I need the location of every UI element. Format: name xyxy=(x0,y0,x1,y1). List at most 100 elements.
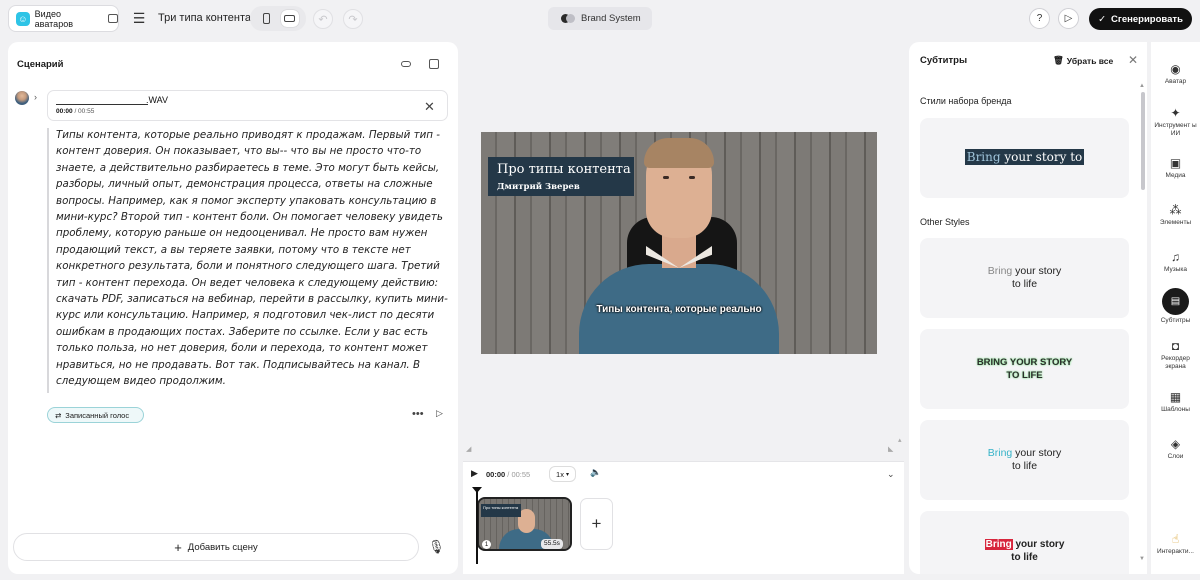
portrait-ratio-button[interactable] xyxy=(258,10,276,27)
toolbar-item-ai-tools[interactable]: ✦ Инструмент ы ИИ xyxy=(1151,106,1200,138)
section-label: Стили набора бренда xyxy=(920,96,1012,106)
close-icon[interactable]: ✕ xyxy=(1128,53,1138,67)
landscape-ratio-button[interactable] xyxy=(280,10,299,27)
toolbar-item-avatar[interactable]: ◉ Аватар xyxy=(1151,62,1200,86)
script-panel: Сценарий › .WAV 00:00 / 00:55 ✕ Типы кон… xyxy=(8,42,458,574)
toolbar-item-subtitles[interactable]: ▤ Субтитры xyxy=(1151,288,1200,325)
ai-tools-icon: ✦ xyxy=(1170,106,1181,120)
link-icon[interactable] xyxy=(399,57,413,71)
landscape-icon xyxy=(284,15,295,22)
scrollbar[interactable] xyxy=(1141,92,1145,190)
script-divider xyxy=(47,128,49,393)
recorded-voice-chip[interactable]: ⇄ Записанный голос xyxy=(47,407,144,423)
panel-title: Сценарий xyxy=(17,59,64,70)
templates-icon: ▦ xyxy=(1169,390,1182,404)
scroll-down-icon[interactable]: ▼ xyxy=(1139,556,1145,562)
title-main: Про типы контента xyxy=(497,162,631,177)
project-title[interactable]: Три типа контента xyxy=(158,12,251,24)
generate-label: Сгенерировать xyxy=(1111,13,1183,25)
interactive-icon: ☝ xyxy=(1171,532,1180,546)
menu-icon[interactable]: ☰ xyxy=(131,10,147,26)
avatar-eye xyxy=(689,176,695,179)
help-button[interactable]: ? xyxy=(1029,8,1050,29)
brand-label: Brand System xyxy=(581,13,641,24)
app-logo-icon: ☺ xyxy=(16,11,30,26)
subtitle-style-card[interactable]: Bring your story to life xyxy=(920,420,1129,500)
trash-icon: 🗑 xyxy=(1053,55,1064,65)
audio-name-blank xyxy=(56,104,148,105)
aspect-ratio-toggle xyxy=(250,6,306,31)
scroll-up-icon[interactable]: ▲ xyxy=(1139,83,1145,89)
avatar-eye xyxy=(663,176,669,179)
subtitle-style-card[interactable]: Bring your story to life xyxy=(920,511,1129,574)
toolbar-item-interactive[interactable]: ☝ Интеракти... xyxy=(1151,532,1200,556)
preview-play-button[interactable]: ▷ xyxy=(1058,8,1079,29)
audio-file-card[interactable]: .WAV 00:00 / 00:55 ✕ xyxy=(47,90,448,121)
chevron-down-icon[interactable]: ⌄ xyxy=(887,469,895,480)
toolbar-item-templates[interactable]: ▦ Шаблоны xyxy=(1151,390,1200,414)
brand-system-button[interactable]: Brand System xyxy=(548,7,652,30)
add-scene-label: Добавить сцену xyxy=(187,541,258,553)
canvas-corner-handle[interactable]: ◣ xyxy=(888,445,893,453)
elements-icon: ⁂ xyxy=(1169,203,1182,217)
subtitles-icon: ▤ xyxy=(1162,288,1189,315)
add-scene-timeline-button[interactable]: + xyxy=(580,498,613,550)
brand-icon xyxy=(561,14,575,23)
toolbar-item-elements[interactable]: ⁂ Элементы xyxy=(1151,203,1200,227)
remove-all-button[interactable]: 🗑 Убрать все xyxy=(1053,55,1113,66)
subtitle-style-card[interactable]: Bring your story to xyxy=(920,118,1129,198)
toolbar-item-layers[interactable]: ◈ Слои xyxy=(1151,437,1200,461)
check-icon: ✓ xyxy=(1098,13,1107,25)
chevron-down-icon: ▾ xyxy=(565,471,569,478)
playhead-handle[interactable] xyxy=(472,487,482,493)
timeline: ▶ 00:00 / 00:55 1x ▾ 🔈 ⌄ Про типы контент… xyxy=(463,461,904,574)
image-icon[interactable] xyxy=(427,57,441,71)
app-name: Видео аватаров xyxy=(34,8,73,29)
play-icon[interactable]: ▶ xyxy=(471,468,478,479)
app-switcher[interactable]: ☺ Видео аватаров xyxy=(8,5,119,32)
generate-button[interactable]: ✓ Сгенерировать xyxy=(1089,8,1192,30)
speed-select[interactable]: 1x ▾ xyxy=(549,466,576,482)
scene-thumbnail[interactable]: Про типы контента 1 55.5s xyxy=(477,497,572,551)
toolbar-item-media[interactable]: ▣ Медиа xyxy=(1151,156,1200,180)
canvas-corner-handle[interactable]: ◢ xyxy=(466,445,471,453)
more-options-icon[interactable]: ••• xyxy=(412,408,424,420)
portrait-icon xyxy=(263,13,270,24)
media-icon: ▣ xyxy=(1169,156,1182,170)
subtitles-panel: Субтитры 🗑 Убрать все ✕ Стили набора брен… xyxy=(909,42,1147,574)
redo-button[interactable]: ↷ xyxy=(343,9,363,29)
add-scene-button[interactable]: + Добавить сцену xyxy=(13,533,419,561)
microphone-icon[interactable]: 🎙 xyxy=(428,539,445,555)
plus-icon: + xyxy=(174,539,182,555)
scene-duration: 55.5s xyxy=(541,539,563,549)
screen-recorder-icon: ◘ xyxy=(1171,339,1180,353)
scene-play-icon[interactable]: ▷ xyxy=(436,408,443,419)
layers-icon: ◈ xyxy=(1170,437,1181,451)
script-text[interactable]: Типы контента, которые реально приводят … xyxy=(56,127,449,390)
title-sub: Дмитрий Зверев xyxy=(497,182,580,192)
toolbar-item-screen-recorder[interactable]: ◘ Рекордер экрана xyxy=(1151,339,1200,371)
playhead[interactable] xyxy=(476,490,478,564)
audio-file-name: .WAV xyxy=(146,95,168,105)
subtitle-style-card[interactable]: BRING YOUR STORY TO LIFE xyxy=(920,329,1129,409)
section-label: Other Styles xyxy=(920,217,970,227)
volume-icon[interactable]: 🔈 xyxy=(590,467,601,478)
canvas-corner-handle[interactable]: ▴ xyxy=(898,436,902,444)
sidebar-toggle-icon[interactable] xyxy=(108,14,118,23)
video-preview[interactable]: Про типы контента Дмитрий Зверев Типы ко… xyxy=(481,132,877,354)
subtitle-caption[interactable]: Типы контента, которые реально xyxy=(481,304,877,315)
scene-number: 1 xyxy=(482,540,491,549)
subtitle-style-card[interactable]: Bring your story to life xyxy=(920,238,1129,318)
voice-chip-label: Записанный голос xyxy=(65,410,130,420)
chevron-right-icon[interactable]: › xyxy=(34,92,37,102)
toolbar-item-music[interactable]: ♫ Музыка xyxy=(1151,250,1200,274)
timeline-time: 00:00 / 00:55 xyxy=(486,470,531,479)
avatar-hair xyxy=(644,138,714,168)
close-icon[interactable]: ✕ xyxy=(424,99,435,115)
panel-title: Субтитры xyxy=(920,55,968,66)
thumbnail-title-card: Про типы контента xyxy=(481,504,521,517)
undo-button[interactable]: ↶ xyxy=(313,9,333,29)
title-card[interactable]: Про типы контента Дмитрий Зверев xyxy=(488,157,634,196)
audio-time: 00:00 / 00:55 xyxy=(56,108,95,115)
avatar[interactable] xyxy=(15,91,29,105)
